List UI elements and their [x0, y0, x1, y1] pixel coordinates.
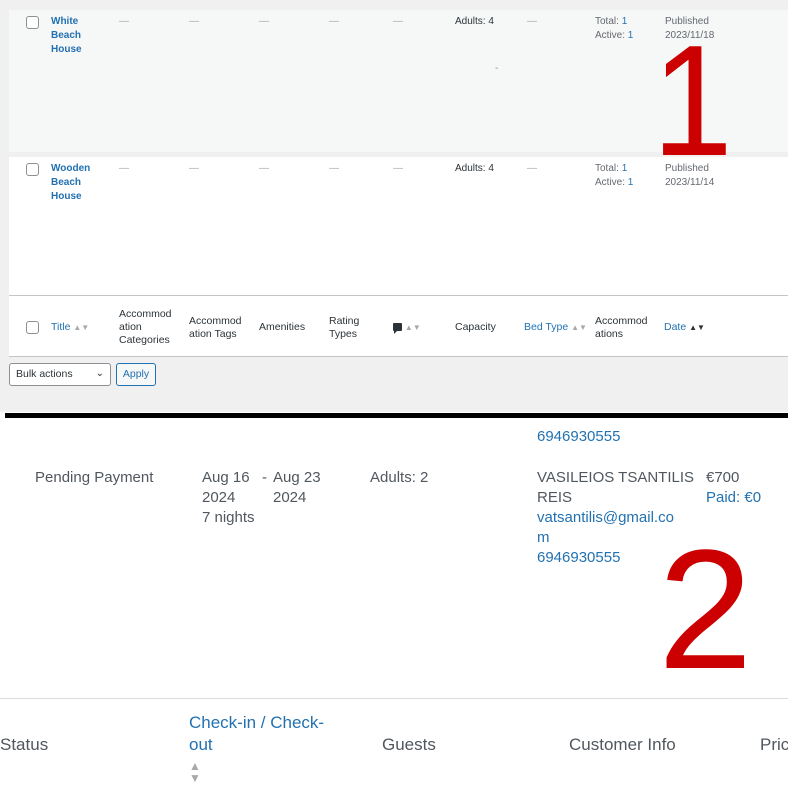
- comment-icon: [393, 323, 402, 334]
- column-title-sort[interactable]: Title ▲▼: [51, 321, 89, 334]
- capacity-cell: Adults: 4: [455, 16, 494, 27]
- sort-icon: ▲▼: [73, 323, 90, 332]
- capacity-cell: Adults: 4: [455, 163, 494, 174]
- tags-cell: —: [189, 163, 199, 174]
- column-customer-info: Customer Info: [569, 735, 676, 754]
- row-title-link[interactable]: White Beach House: [51, 15, 101, 57]
- total-link[interactable]: 1: [622, 16, 628, 27]
- chevron-down-icon: ⌄: [95, 368, 104, 379]
- rating-cell: —: [329, 163, 339, 174]
- comments-cell: —: [393, 163, 403, 174]
- accommodations-cell: Total: 1 Active: 1: [595, 16, 634, 41]
- previous-customer-phone-link[interactable]: 6946930555: [537, 428, 620, 445]
- bed-type-cell: —: [527, 16, 537, 27]
- column-tags: Accommod ation Tags: [189, 315, 242, 340]
- column-categories: Accommod ation Categories: [119, 308, 172, 346]
- table-column-headers: Title ▲▼ Accommod ation Categories Accom…: [9, 295, 788, 357]
- column-date-sort[interactable]: Date ▲▼: [664, 321, 705, 334]
- booking-guests: Adults: 2: [370, 469, 429, 486]
- column-bed-type-sort[interactable]: Bed Type ▲▼: [524, 321, 587, 334]
- column-rating-types: Rating Types: [329, 315, 360, 340]
- row-title-link[interactable]: Wooden Beach House: [51, 162, 101, 204]
- column-capacity: Capacity: [455, 321, 496, 333]
- column-price: Pric: [760, 735, 788, 754]
- booking-nights: 7 nights: [202, 509, 255, 526]
- column-guests: Guests: [382, 735, 436, 754]
- categories-cell: —: [119, 163, 129, 174]
- select-all-checkbox[interactable]: [26, 321, 39, 334]
- sort-icon: ▲▼: [404, 323, 421, 332]
- rating-cell: —: [329, 16, 339, 27]
- bulk-actions-select[interactable]: Bulk actions ⌄: [9, 363, 111, 386]
- accommodations-cell: Total: 1 Active: 1: [595, 163, 634, 188]
- comments-cell: —: [393, 16, 403, 27]
- capacity-extra: -: [495, 63, 499, 74]
- column-accommodations: Accommod ations: [595, 315, 648, 340]
- column-checkin-sort[interactable]: Check-in / Check- out ▲ ▼: [189, 712, 324, 784]
- date-separator: -: [262, 469, 267, 486]
- booking-checkin: Aug 16 2024 7 nights: [202, 469, 255, 526]
- sort-icon: ▲▼: [571, 323, 587, 332]
- active-link[interactable]: 1: [628, 177, 634, 188]
- booking-checkout: Aug 23 2024: [273, 469, 321, 506]
- amenities-cell: —: [259, 163, 269, 174]
- column-amenities: Amenities: [259, 321, 306, 333]
- apply-button[interactable]: Apply: [116, 363, 156, 386]
- row-checkbox[interactable]: [26, 16, 39, 29]
- sort-icon: ▲▼: [189, 759, 201, 785]
- booking-status: Pending Payment: [35, 469, 154, 486]
- total-link[interactable]: 1: [622, 163, 628, 174]
- column-comments-sort[interactable]: ▲▼: [393, 321, 421, 334]
- categories-cell: —: [119, 16, 129, 27]
- bed-type-cell: —: [527, 163, 537, 174]
- annotation-number-one: 1: [652, 13, 733, 189]
- tags-cell: —: [189, 16, 199, 27]
- booking-paid-amount: Paid: €0: [706, 489, 762, 506]
- sort-desc-icon: ▲▼: [689, 323, 705, 332]
- amenities-cell: —: [259, 16, 269, 27]
- column-status: Status: [0, 735, 49, 754]
- row-checkbox[interactable]: [26, 163, 39, 176]
- booking-price: €700 Paid: €0: [706, 469, 762, 506]
- annotation-number-two: 2: [658, 515, 753, 705]
- table-divider: [0, 698, 788, 699]
- active-link[interactable]: 1: [628, 30, 634, 41]
